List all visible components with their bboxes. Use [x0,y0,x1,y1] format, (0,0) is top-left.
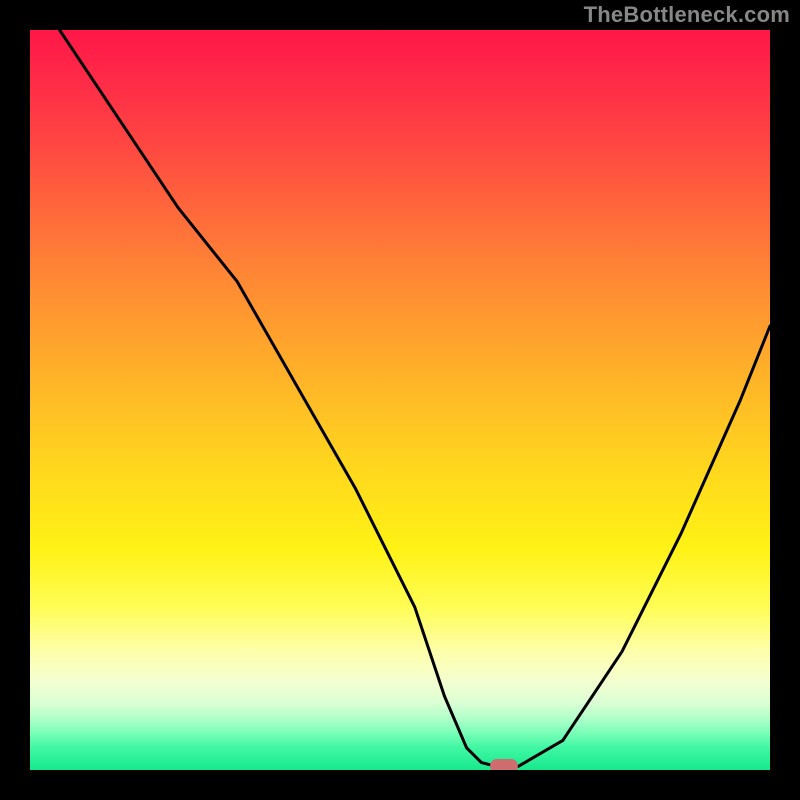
bottleneck-curve [30,30,770,770]
chart-frame: TheBottleneck.com [0,0,800,800]
optimal-point-marker [490,759,518,770]
watermark-text: TheBottleneck.com [584,2,790,28]
plot-area [30,30,770,770]
